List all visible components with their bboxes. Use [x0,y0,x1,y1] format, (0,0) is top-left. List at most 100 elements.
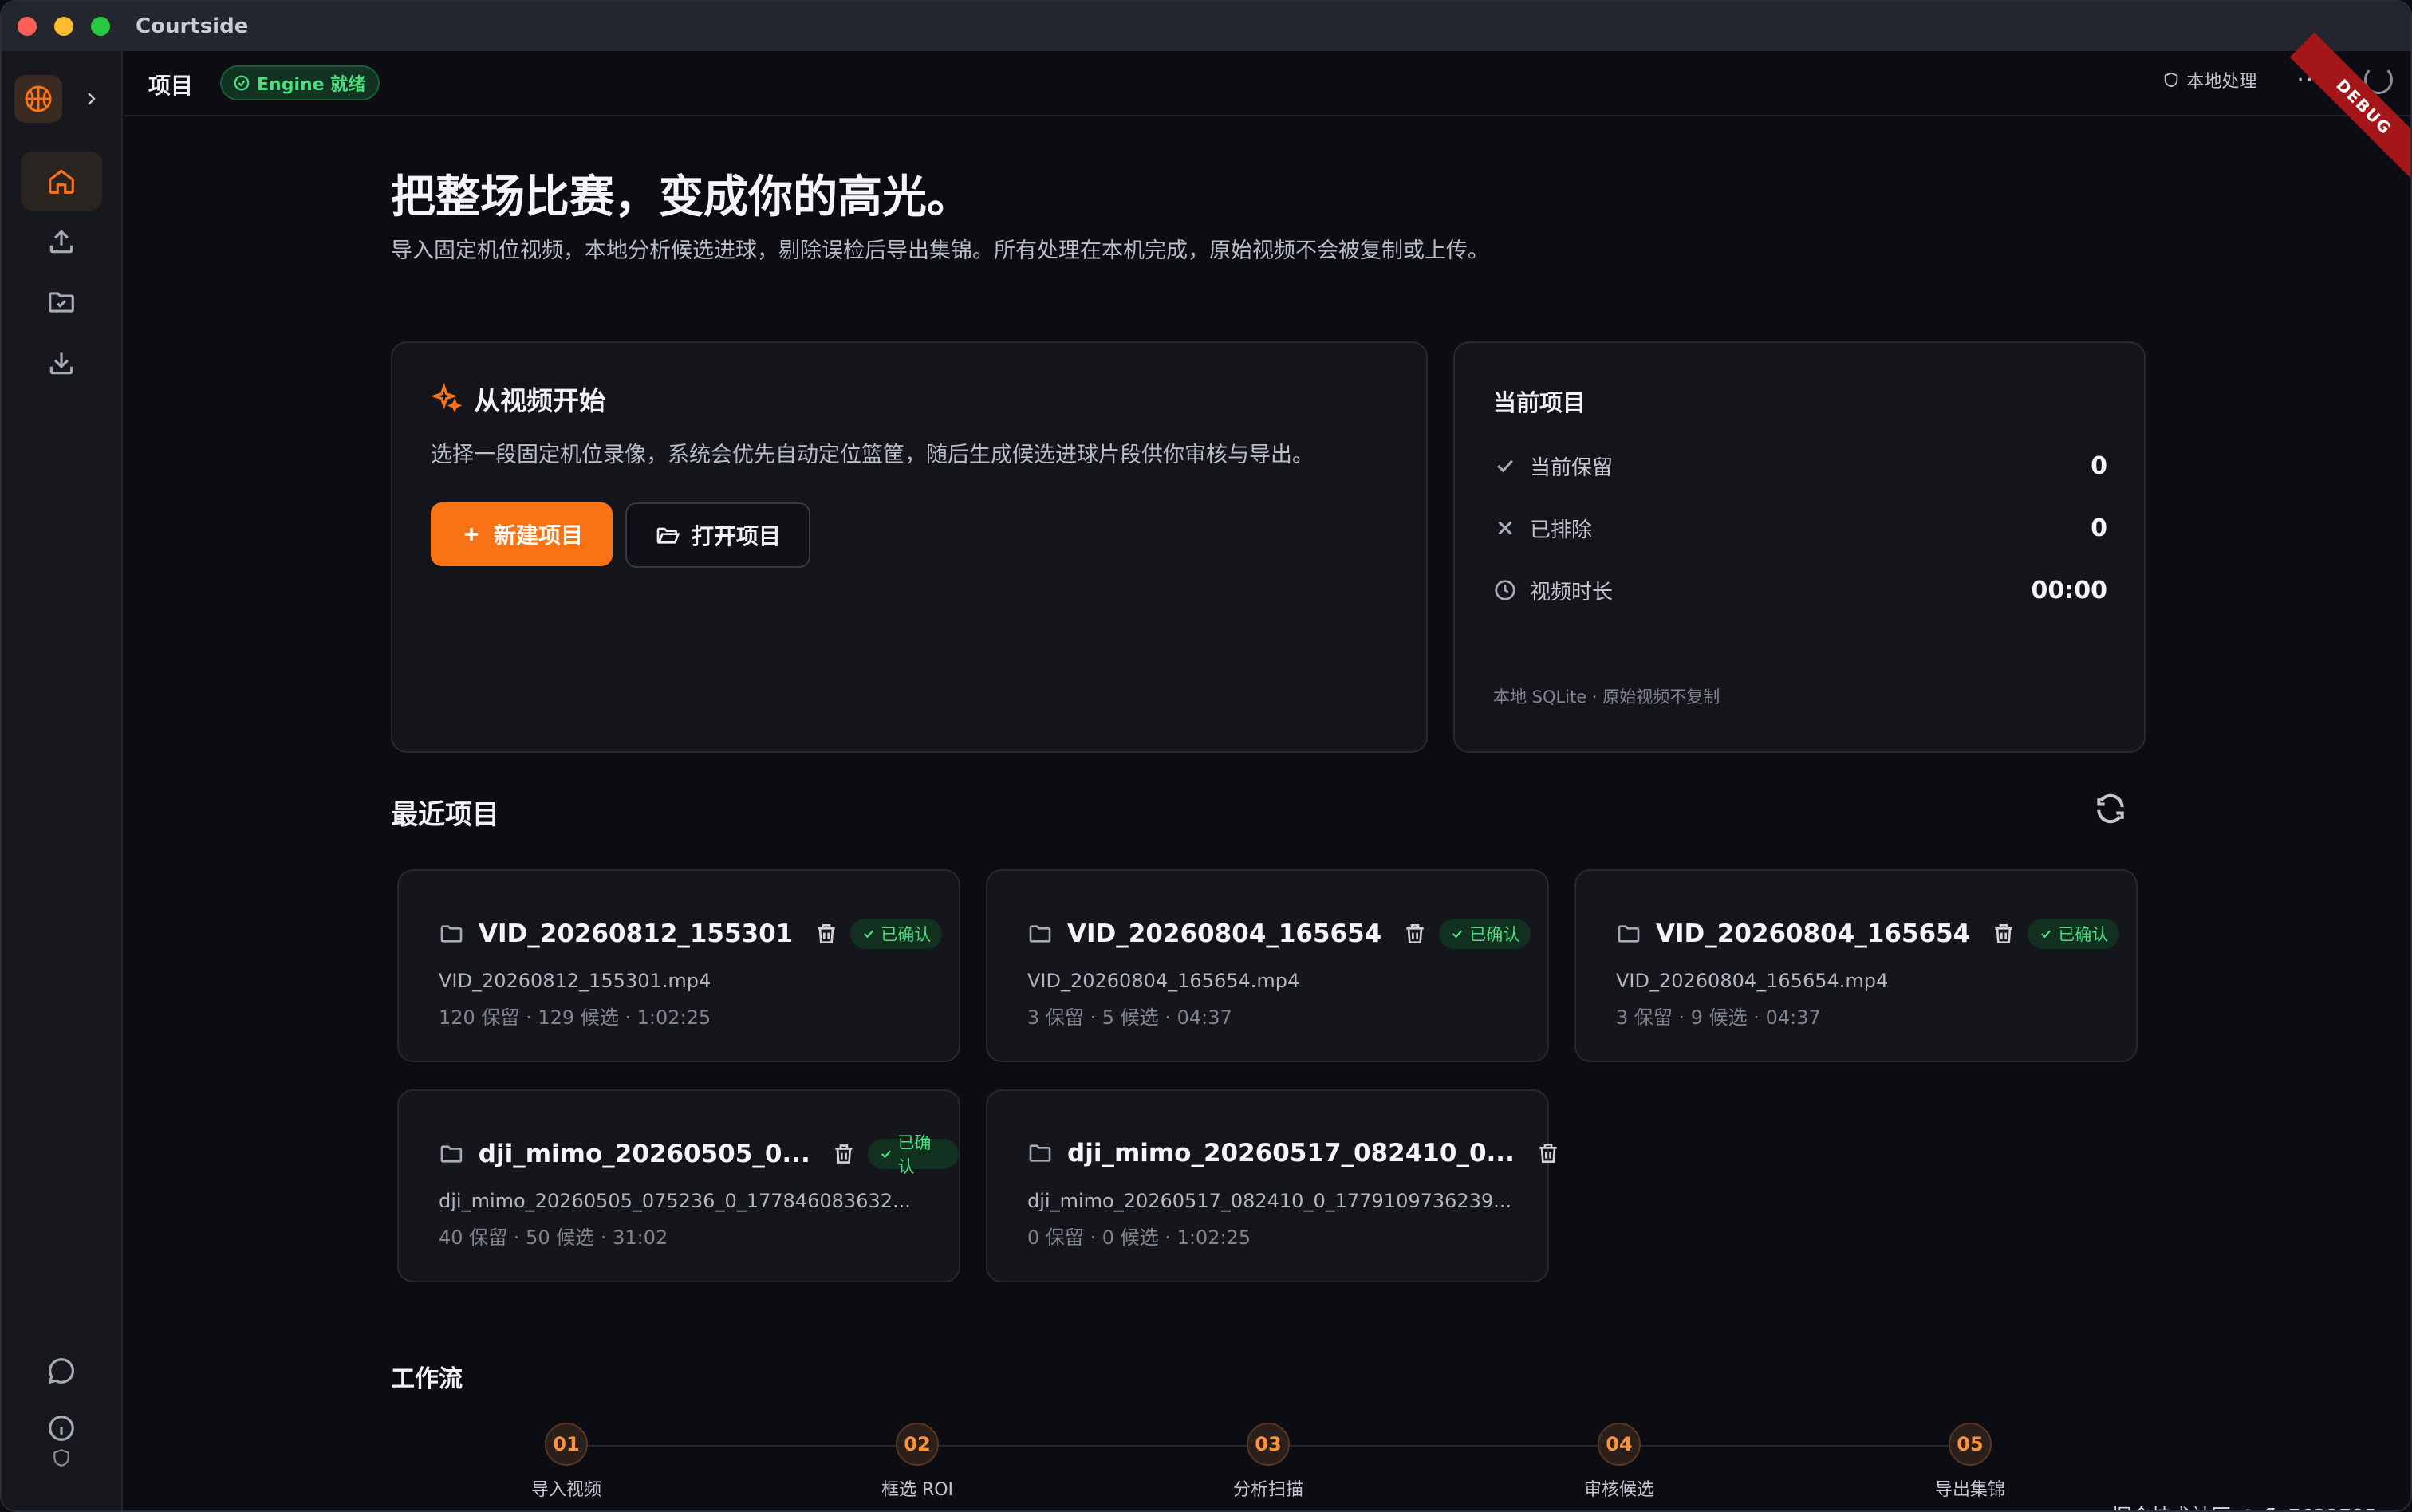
title-bar: Courtside [2,2,2410,51]
sidebar-item-privacy[interactable] [21,1437,102,1479]
project-name: VID_20260804_165654 [1656,919,1971,948]
project-meta: 3 保留 · 5 候选 · 04:37 [1027,1006,1232,1029]
open-project-button[interactable]: 打开项目 [625,502,810,568]
step-label: 分析扫描 [1232,1480,1303,1500]
clock-icon [1495,580,1515,600]
current-excluded-row: 已排除 0 [1493,512,2107,544]
trash-icon[interactable] [814,921,839,947]
download-icon [49,352,73,375]
engine-status-text: Engine 就绪 [257,75,366,95]
workflow-step: 02 框选 ROI [838,1423,997,1501]
check-icon [2041,930,2051,939]
workflow-step: 03 分析扫描 [1188,1423,1348,1501]
project-file: VID_20260812_155301.mp4 [439,970,711,992]
project-file: dji_mimo_20260505_075236_0_177846083632.… [439,1190,911,1212]
local-processing-label: 本地处理 [2186,72,2257,92]
confirmed-badge: 已确认 [2028,919,2120,949]
shield-icon [2165,72,2178,88]
sidebar-expand-button[interactable] [75,83,107,115]
app-logo[interactable] [14,75,62,123]
step-label: 框选 ROI [881,1480,954,1500]
local-processing-indicator[interactable]: 本地处理 [2162,67,2256,93]
step-label: 导出集锦 [1934,1480,2005,1500]
folder-icon [1029,925,1051,943]
project-meta: 120 保留 · 129 候选 · 1:02:25 [439,1006,711,1029]
step-number: 01 [545,1423,588,1466]
sidebar-item-home[interactable] [21,152,102,211]
page-title: 项目 [148,73,194,99]
chat-icon [48,1358,74,1384]
folder-icon [440,925,463,943]
new-project-button[interactable]: 新建项目 [431,502,613,566]
folder-icon [1618,925,1640,943]
recent-project-card[interactable]: dji_mimo_20260505_0... 已确认 dji_mimo_2026… [397,1089,960,1282]
top-bar: 项目 Engine 就绪 本地处理 ··· DEBUG [124,32,2410,182]
project-meta: 0 保留 · 0 候选 · 1:02:25 [1027,1227,1251,1249]
engine-status-badge: Engine 就绪 [220,65,380,100]
recent-project-card[interactable]: dji_mimo_20260517_082410_0... dji_mimo_2… [986,1089,1557,1282]
start-card-title: 从视频开始 [431,380,605,418]
confirmed-badge: 已确认 [850,919,943,949]
project-file: VID_20260804_165654.mp4 [1616,970,1889,992]
recent-project-card[interactable]: VID_20260804_165654 已确认 VID_20260804_165… [986,869,1549,1062]
shield-icon [53,1449,69,1467]
current-project-footer: 本地 SQLite · 原始视频不复制 [1493,687,1720,707]
x-icon [1498,521,1512,535]
sidebar-item-export[interactable] [21,333,102,392]
sidebar-item-projects[interactable] [21,273,102,332]
hero-title: 把整场比赛，变成你的高光。 [391,171,972,223]
confirmed-badge: 已确认 [1439,919,1531,949]
close-window-button[interactable] [18,17,37,36]
step-number: 03 [1247,1423,1290,1466]
current-project-title: 当前项目 [1493,389,1586,416]
zoom-window-button[interactable] [91,17,110,36]
project-file: VID_20260804_165654.mp4 [1027,970,1300,992]
start-card-description: 选择一段固定机位录像，系统会优先自动定位篮筐，随后生成候选进球片段供你审核与导出… [431,443,1314,467]
workflow-step: 01 导入视频 [487,1423,646,1501]
folder-icon [440,1145,463,1163]
step-number: 02 [896,1423,939,1466]
workflow-step: 04 审核候选 [1539,1423,1699,1501]
check-icon [881,1150,891,1159]
project-name: dji_mimo_20260517_082410_0... [1067,1139,1515,1167]
sparkles-icon [431,383,463,413]
project-name: VID_20260812_155301 [479,919,794,948]
upload-icon [49,230,73,254]
sidebar-item-feedback[interactable] [21,1341,102,1400]
folder-check-icon [49,292,74,313]
refresh-icon[interactable] [2093,791,2128,826]
check-icon [1497,459,1513,473]
trash-icon[interactable] [1535,1140,1561,1166]
plus-icon [464,527,479,541]
start-from-video-card: 从视频开始 选择一段固定机位录像，系统会优先自动定位篮筐，随后生成候选进球片段供… [391,341,1428,753]
current-project-card: 当前项目 当前保留 0 已排除 0 视频时长 00:00 本地 SQLite ·… [1453,341,2146,753]
check-icon [864,930,874,939]
app-window: Courtside 项目 Engine 就绪 本地处理 ··· DEBUG 把整… [0,0,2412,1512]
current-kept-row: 当前保留 0 [1493,450,2107,482]
project-file: dji_mimo_20260517_082410_0_1779109736239… [1027,1190,1512,1212]
recent-project-card[interactable]: VID_20260804_165654 已确认 VID_20260804_165… [1574,869,2138,1062]
check-circle-icon [234,75,250,91]
watermark: 掘金技术社区 @ fly7632785 [2111,1501,2377,1510]
recent-projects-title: 最近项目 [391,799,499,831]
step-label: 审核候选 [1583,1480,1654,1500]
trash-icon[interactable] [1991,921,2016,947]
sidebar [2,51,123,1510]
chevron-right-icon [88,93,96,105]
step-number: 05 [1949,1423,1992,1466]
workflow-step: 05 导出集锦 [1890,1423,2050,1501]
confirmed-badge: 已确认 [867,1133,959,1176]
debug-ribbon: DEBUG [2289,32,2410,182]
trash-icon[interactable] [1402,921,1428,947]
step-label: 导入视频 [530,1480,601,1500]
project-meta: 40 保留 · 50 候选 · 31:02 [439,1227,668,1249]
main-content: 项目 Engine 就绪 本地处理 ··· DEBUG 把整场比赛，变成你的高光… [124,32,2410,1510]
current-duration-row: 视频时长 00:00 [1493,574,2107,606]
app-title: Courtside [136,14,249,38]
minimize-window-button[interactable] [54,17,73,36]
sidebar-item-import[interactable] [21,212,102,271]
recent-project-card[interactable]: VID_20260812_155301 已确认 VID_20260812_155… [397,869,960,1062]
trash-icon[interactable] [831,1141,857,1167]
home-icon [49,169,74,194]
project-name: dji_mimo_20260505_0... [478,1140,810,1168]
